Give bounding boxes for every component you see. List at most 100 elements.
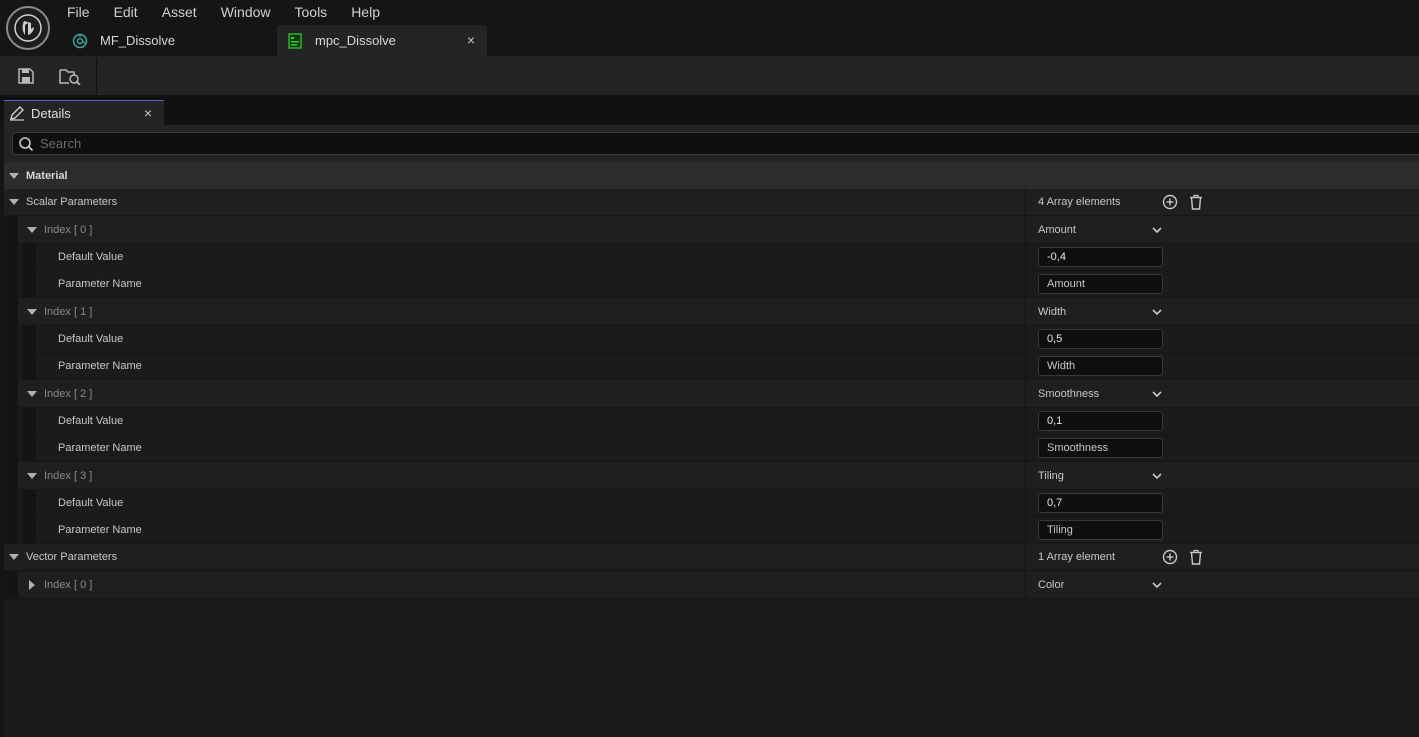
tab-mpc-dissolve[interactable]: mpc_Dissolve × <box>277 25 487 56</box>
parameter-name-input[interactable]: Width <box>1038 356 1163 376</box>
menu-file[interactable]: File <box>55 0 102 24</box>
scalar-parameters-row: Scalar Parameters 4 Array elements <box>4 189 1419 216</box>
index-label: Index [ 3 ] <box>44 469 93 482</box>
menu-asset[interactable]: Asset <box>150 0 209 24</box>
category-material[interactable]: Material <box>4 162 1419 189</box>
search-input[interactable]: Search <box>12 132 1419 155</box>
menu-window[interactable]: Window <box>209 0 283 24</box>
combo-value: Smoothness <box>1038 387 1100 400</box>
title-bar: File Edit Asset Window Tools Help MF_Dis… <box>0 0 1419 56</box>
vector-parameters-row: Vector Parameters 1 Array element <box>4 544 1419 571</box>
collapse-icon[interactable] <box>27 308 37 315</box>
array-index-row: Index [ 0 ] Amount <box>4 216 1419 244</box>
unreal-logo-icon[interactable] <box>6 6 50 50</box>
default-value-row: Default Value 0,1 <box>4 408 1419 435</box>
add-element-icon[interactable] <box>1162 549 1178 565</box>
parameter-name-row: Parameter Name Tiling <box>4 517 1419 544</box>
array-index-row: Index [ 2 ] Smoothness <box>4 380 1419 408</box>
parameter-combo[interactable]: Width <box>1038 298 1163 325</box>
default-value-input[interactable]: 0,5 <box>1038 329 1163 349</box>
combo-value: Color <box>1038 578 1065 591</box>
parameter-combo[interactable]: Amount <box>1038 216 1163 243</box>
default-value-row: Default Value 0,7 <box>4 490 1419 517</box>
index-label: Index [ 1 ] <box>44 305 93 318</box>
chevron-down-icon <box>1151 224 1163 239</box>
tab-mf-dissolve[interactable]: MF_Dissolve <box>62 25 274 56</box>
tab-details[interactable]: Details × <box>4 100 164 125</box>
category-label: Material <box>26 169 68 182</box>
parameter-name-row: Parameter Name Width <box>4 353 1419 380</box>
collapse-icon[interactable] <box>9 554 19 560</box>
scalar-parameters-label: Scalar Parameters <box>26 196 118 208</box>
browse-icon[interactable] <box>57 64 83 88</box>
default-value-input[interactable]: 0,7 <box>1038 493 1163 513</box>
default-value-input[interactable]: 0,1 <box>1038 411 1163 431</box>
array-index-row: Index [ 3 ] Tiling <box>4 462 1419 490</box>
default-value-input[interactable]: -0,4 <box>1038 247 1163 267</box>
search-icon <box>18 136 34 157</box>
save-icon[interactable] <box>13 64 39 88</box>
combo-value: Tiling <box>1038 469 1064 482</box>
collapse-icon[interactable] <box>27 390 37 397</box>
panel-tab-bar: Details × <box>0 97 1419 125</box>
material-parameter-collection-icon <box>287 32 303 49</box>
default-value-label: Default Value <box>58 497 124 509</box>
array-count: 1 Array element <box>1038 551 1116 563</box>
parameter-name-label: Parameter Name <box>58 278 142 290</box>
property-rows: Scalar Parameters 4 Array elements Index… <box>4 189 1419 599</box>
combo-value: Amount <box>1038 223 1076 236</box>
toolbar-separator <box>96 58 97 94</box>
array-index-row: Index [ 1 ] Width <box>4 298 1419 326</box>
pencil-icon <box>9 105 25 121</box>
delete-all-icon[interactable] <box>1188 194 1204 210</box>
array-count: 4 Array elements <box>1038 196 1121 208</box>
default-value-label: Default Value <box>58 251 124 263</box>
chevron-down-icon <box>1151 388 1163 403</box>
parameter-name-row: Parameter Name Amount <box>4 271 1419 298</box>
parameter-name-input[interactable]: Smoothness <box>1038 438 1163 458</box>
default-value-row: Default Value 0,5 <box>4 326 1419 353</box>
array-index-row: Index [ 0 ] Color <box>4 571 1419 599</box>
chevron-down-icon <box>1151 470 1163 485</box>
parameter-combo[interactable]: Tiling <box>1038 462 1163 489</box>
collapse-icon[interactable] <box>27 472 37 479</box>
menu-help[interactable]: Help <box>339 0 392 24</box>
details-panel: Search Material Scalar Parameters 4 Arra… <box>4 125 1419 737</box>
parameter-name-input[interactable]: Tiling <box>1038 520 1163 540</box>
tab-label: MF_Dissolve <box>100 33 176 48</box>
default-value-label: Default Value <box>58 333 124 345</box>
parameter-combo[interactable]: Smoothness <box>1038 380 1163 407</box>
delete-all-icon[interactable] <box>1188 549 1204 565</box>
toolbar <box>0 56 1419 96</box>
default-value-label: Default Value <box>58 415 124 427</box>
collapse-icon[interactable] <box>27 226 37 233</box>
search-bar: Search <box>4 125 1419 162</box>
collapse-icon[interactable] <box>9 172 19 179</box>
material-function-icon <box>72 33 88 49</box>
index-label: Index [ 2 ] <box>44 387 93 400</box>
vector-parameters-label: Vector Parameters <box>26 551 118 563</box>
parameter-name-input[interactable]: Amount <box>1038 274 1163 294</box>
parameter-name-label: Parameter Name <box>58 524 142 536</box>
index-label: Index [ 0 ] <box>44 223 93 236</box>
chevron-down-icon <box>1151 306 1163 321</box>
expand-icon[interactable] <box>29 579 35 590</box>
menu-edit[interactable]: Edit <box>102 0 150 24</box>
search-placeholder: Search <box>40 136 82 151</box>
close-details-icon[interactable]: × <box>144 105 152 121</box>
parameter-name-label: Parameter Name <box>58 360 142 372</box>
menu-tools[interactable]: Tools <box>283 0 340 24</box>
parameter-name-row: Parameter Name Smoothness <box>4 435 1419 462</box>
default-value-row: Default Value -0,4 <box>4 244 1419 271</box>
menu-bar: File Edit Asset Window Tools Help <box>55 0 392 24</box>
combo-value: Width <box>1038 305 1067 318</box>
tab-label: mpc_Dissolve <box>315 33 396 48</box>
index-label: Index [ 0 ] <box>44 578 93 591</box>
collapse-icon[interactable] <box>9 199 19 205</box>
parameter-combo[interactable]: Color <box>1038 571 1163 598</box>
add-element-icon[interactable] <box>1162 194 1178 210</box>
parameter-name-label: Parameter Name <box>58 442 142 454</box>
close-tab-icon[interactable]: × <box>467 32 475 48</box>
details-tab-label: Details <box>31 105 71 121</box>
chevron-down-icon <box>1151 579 1163 594</box>
